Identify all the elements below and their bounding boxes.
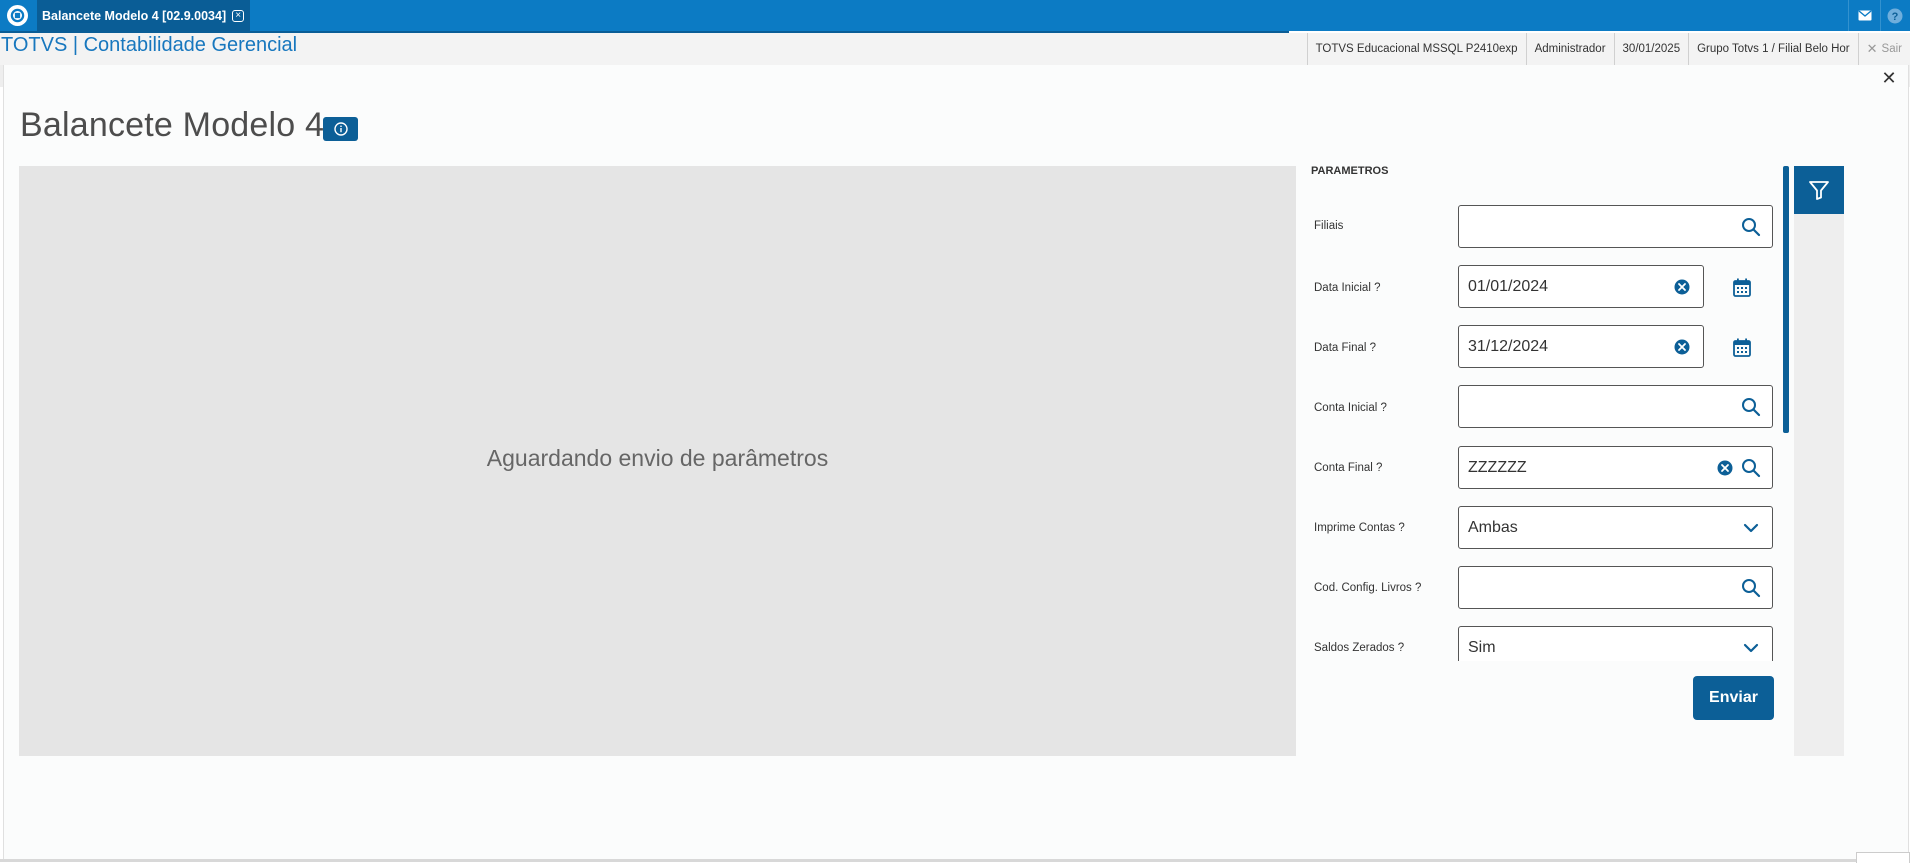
date-label: 30/01/2025 [1613,33,1689,65]
chevron-down-icon[interactable] [1742,507,1760,548]
clear-icon[interactable] [1673,326,1691,367]
saldos-zerados-clip: Sim [1458,626,1773,661]
params-title: PARAMETROS [1311,165,1389,177]
filter-icon [1809,181,1829,200]
info-icon [333,122,348,136]
info-button[interactable] [323,117,358,141]
divider [1848,0,1849,31]
search-icon[interactable] [1740,447,1762,488]
params-scrollbar[interactable] [1783,166,1789,433]
saldos-zerados-select[interactable]: Sim [1458,626,1773,661]
field-label-data-inicial: Data Inicial ? [1314,282,1381,294]
field-label-saldos-zerados: Saldos Zerados ? [1314,642,1405,654]
data-inicial-input[interactable]: 01/01/2024 [1458,265,1704,308]
exit-label: Sair [1881,43,1902,55]
top-bar [0,0,1910,31]
field-label-cod-config-livros: Cod. Config. Livros ? [1314,582,1422,594]
side-panel [1794,166,1844,756]
page-title: Balancete Modelo 4 [20,106,325,144]
user-label: Administrador [1525,33,1614,65]
search-icon[interactable] [1740,386,1762,427]
exit-button[interactable]: ✕ Sair [1857,33,1910,65]
totvs-logo-icon[interactable] [0,0,34,31]
mail-icon[interactable] [1850,0,1880,31]
field-label-conta-inicial: Conta Inicial ? [1314,402,1387,414]
imprime-contas-select[interactable]: Ambas [1458,506,1773,549]
report-preview: Aguardando envio de parâmetros [19,166,1296,756]
field-label-data-final: Data Final ? [1314,342,1377,354]
conta-final-input[interactable]: ZZZZZZ [1458,446,1773,489]
close-dialog-icon[interactable]: ✕ [1880,68,1898,88]
corner-widget [1856,852,1910,863]
data-final-input[interactable]: 31/12/2024 [1458,325,1704,368]
clear-icon[interactable] [1716,447,1734,488]
tab-balancete[interactable]: Balancete Modelo 4 [02.9.0034] × [37,0,251,31]
conta-inicial-input[interactable] [1458,385,1773,428]
clear-icon[interactable] [1673,266,1691,307]
branch-label: Grupo Totvs 1 / Filial Belo Hor [1688,33,1858,65]
chevron-down-icon[interactable] [1742,627,1760,661]
cod-config-livros-input[interactable] [1458,566,1773,609]
search-icon[interactable] [1740,567,1762,608]
svg-text:?: ? [1892,11,1899,23]
app-title: TOTVS | Contabilidade Gerencial [1,34,298,56]
filter-button[interactable] [1794,166,1844,214]
tab-close-icon[interactable]: × [232,9,245,22]
preview-message: Aguardando envio de parâmetros [486,445,829,471]
filiais-input[interactable] [1458,205,1773,248]
session-info: TOTVS Educacional MSSQL P2410exp Adminis… [1306,33,1910,65]
field-label-imprime-contas: Imprime Contas ? [1314,522,1405,534]
help-icon[interactable]: ? [1880,0,1910,31]
close-icon: ✕ [1866,41,1878,56]
search-icon[interactable] [1740,206,1762,247]
calendar-icon[interactable] [1728,332,1756,362]
field-label-conta-final: Conta Final ? [1314,462,1383,474]
submit-button[interactable]: Enviar [1693,676,1774,720]
environment-label: TOTVS Educacional MSSQL P2410exp [1306,33,1526,65]
calendar-icon[interactable] [1728,272,1756,302]
field-label-filiais: Filiais [1314,220,1344,232]
tab-label: Balancete Modelo 4 [02.9.0034] [42,8,227,23]
